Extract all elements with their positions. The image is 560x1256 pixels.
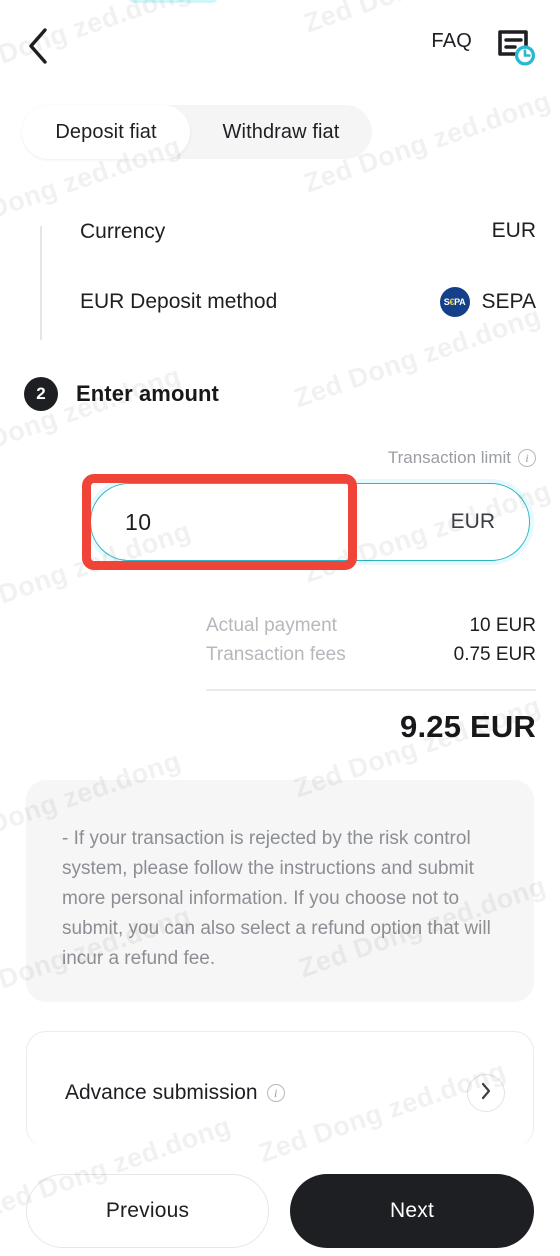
fee-row-actual-payment: Actual payment 10 EUR — [206, 615, 536, 644]
currency-row[interactable]: Currency EUR — [80, 216, 536, 246]
deposit-method-value: SEPA — [481, 290, 536, 313]
tab-withdraw-fiat-label: Withdraw fiat — [222, 120, 340, 143]
step-connector-line — [40, 226, 42, 340]
advance-submission-label: Advance submission — [65, 1081, 258, 1104]
next-button-label: Next — [390, 1199, 434, 1222]
tab-deposit-fiat-label: Deposit fiat — [55, 120, 157, 143]
app-header: FAQ — [0, 0, 560, 92]
faq-link[interactable]: FAQ — [431, 30, 472, 53]
fee-summary: Actual payment 10 EUR Transaction fees 0… — [206, 615, 536, 745]
fee-divider — [206, 689, 536, 691]
currency-row-label: Currency — [80, 220, 166, 243]
advance-submission-card[interactable]: Advance submission i — [26, 1031, 534, 1147]
advance-submission-left: Advance submission i — [65, 1081, 285, 1105]
previous-button-label: Previous — [105, 1199, 190, 1222]
chevron-right-icon — [480, 1082, 492, 1105]
chevron-left-icon — [26, 27, 50, 70]
tab-deposit-fiat[interactable]: Deposit fiat — [22, 105, 190, 159]
fee-total-amount: 9.25 EUR — [400, 708, 536, 744]
next-button[interactable]: Next — [290, 1174, 534, 1248]
tab-withdraw-fiat[interactable]: Withdraw fiat — [190, 105, 372, 159]
risk-notice-box: - If your transaction is rejected by the… — [26, 780, 534, 1002]
fee-row-transaction-fees: Transaction fees 0.75 EUR — [206, 644, 536, 673]
advance-submission-expand-button[interactable] — [467, 1074, 505, 1112]
deposit-method-value-group: S € PA SEPA — [439, 287, 536, 317]
advance-submission-row: Advance submission i — [27, 1074, 533, 1112]
currency-row-value: EUR — [491, 219, 536, 242]
document-clock-icon[interactable] — [488, 22, 546, 76]
transaction-limit-link[interactable]: Transaction limit i — [388, 448, 536, 468]
sepa-logo-pa: PA — [454, 297, 466, 307]
amount-currency-label: EUR — [450, 510, 495, 533]
info-icon[interactable]: i — [518, 449, 536, 467]
sepa-logo-icon: S € PA — [439, 287, 470, 317]
fee-amount-actual-payment: 10 EUR — [469, 615, 536, 636]
fee-amount-transaction-fees: 0.75 EUR — [453, 644, 536, 665]
deposit-method-row[interactable]: EUR Deposit method S € PA SEPA — [80, 286, 536, 318]
info-icon[interactable]: i — [266, 1084, 285, 1102]
transaction-limit-label: Transaction limit — [387, 448, 511, 467]
step-2-header: 2 Enter amount — [24, 377, 219, 411]
amount-input-field[interactable]: 10 EUR — [90, 483, 530, 561]
fee-label-actual-payment: Actual payment — [206, 615, 337, 636]
deposit-method-label: EUR Deposit method — [80, 290, 278, 313]
amount-input-value[interactable]: 10 — [125, 509, 151, 536]
previous-button[interactable]: Previous — [26, 1174, 269, 1248]
fee-label-transaction-fees: Transaction fees — [206, 644, 346, 665]
risk-notice-text: - If your transaction is rejected by the… — [62, 828, 491, 969]
step-2-title: Enter amount — [76, 381, 219, 406]
step-2-badge: 2 — [24, 377, 58, 411]
top-cut-off-element — [128, 0, 218, 3]
back-button[interactable] — [14, 24, 62, 72]
fiat-mode-tabs: Deposit fiat Withdraw fiat — [22, 105, 372, 159]
